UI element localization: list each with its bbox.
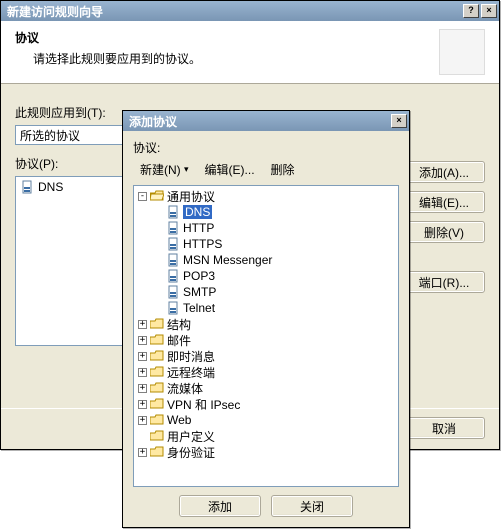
tree-protocol-item[interactable]: DNS [154, 204, 394, 220]
tree-folder-label: 即时消息 [167, 348, 215, 365]
protocol-icon [20, 180, 34, 194]
wizard-header-title: 协议 [15, 29, 439, 46]
protocol-icon [166, 205, 180, 219]
protocol-icon [166, 269, 180, 283]
folder-icon [150, 446, 164, 458]
wizard-header: 协议 请选择此规则要应用到的协议。 [1, 21, 499, 84]
port-button[interactable]: 端口(R)... [403, 271, 485, 293]
folder-icon [150, 318, 164, 330]
dialog-close-ok-button[interactable]: 关闭 [271, 495, 353, 517]
apply-to-value: 所选的协议 [20, 127, 80, 144]
expand-icon[interactable]: + [138, 320, 147, 329]
tree-folder-label: Web [167, 413, 191, 427]
protocol-tree[interactable]: - 通用协议 DNS HTTP HTTPS MSN Messenger POP3… [133, 185, 399, 487]
tree-folder[interactable]: + 结构 [138, 316, 394, 332]
add-protocol-dialog: 添加协议 × 协议: 新建(N) ▾ 编辑(E)... 删除 - 通用协议 DN [122, 110, 410, 528]
tree-folder[interactable]: + 身份验证 [138, 444, 394, 460]
expand-icon[interactable]: + [138, 368, 147, 377]
cancel-button[interactable]: 取消 [403, 417, 485, 439]
tree-folder[interactable]: + VPN 和 IPsec [138, 396, 394, 412]
folder-open-icon [150, 190, 164, 202]
tree-item-label: SMTP [183, 285, 216, 299]
wizard-header-icon [439, 29, 485, 75]
dialog-close-button[interactable]: × [391, 114, 407, 128]
folder-icon [150, 382, 164, 394]
tree-item-label: HTTPS [183, 237, 222, 251]
tree-folder-label: 结构 [167, 316, 191, 333]
tree-folder-label: 身份验证 [167, 444, 215, 461]
folder-icon [150, 350, 164, 362]
edit-button[interactable]: 编辑(E)... [403, 191, 485, 213]
tree-folder[interactable]: + 即时消息 [138, 348, 394, 364]
delete-button[interactable]: 删除(V) [403, 221, 485, 243]
folder-icon [150, 334, 164, 346]
tree-folder-label: 用户定义 [167, 428, 215, 445]
folder-icon [150, 414, 164, 426]
toolbar-delete[interactable]: 删除 [264, 158, 302, 181]
wizard-header-subtitle: 请选择此规则要应用到的协议。 [15, 50, 439, 67]
protocol-icon [166, 253, 180, 267]
toolbar-edit[interactable]: 编辑(E)... [198, 158, 262, 181]
dialog-toolbar: 新建(N) ▾ 编辑(E)... 删除 [133, 158, 399, 181]
add-button[interactable]: 添加(A)... [403, 161, 485, 183]
tree-item-label: MSN Messenger [183, 253, 272, 267]
tree-folder[interactable]: + 邮件 [138, 332, 394, 348]
tree-protocol-item[interactable]: HTTP [154, 220, 394, 236]
tree-folder-common[interactable]: - 通用协议 [138, 188, 394, 204]
tree-folder[interactable]: + Web [138, 412, 394, 428]
tree-folder[interactable]: + 流媒体 [138, 380, 394, 396]
tree-protocol-item[interactable]: Telnet [154, 300, 394, 316]
tree-folder[interactable]: + 远程终端 [138, 364, 394, 380]
tree-item-label: POP3 [183, 269, 215, 283]
expand-icon[interactable]: + [138, 336, 147, 345]
tree-protocol-item[interactable]: MSN Messenger [154, 252, 394, 268]
tree-protocol-item[interactable]: SMTP [154, 284, 394, 300]
folder-icon [150, 398, 164, 410]
dialog-title: 添加协议 [129, 113, 177, 130]
tree-item-label: DNS [183, 205, 212, 219]
tree-item-label: Telnet [183, 301, 215, 315]
tree-folder-label: 流媒体 [167, 380, 203, 397]
dialog-titlebar: 添加协议 × [123, 111, 409, 131]
dialog-protocols-label: 协议: [133, 139, 399, 156]
protocol-icon [166, 221, 180, 235]
toolbar-new[interactable]: 新建(N) ▾ [133, 158, 196, 181]
protocol-icon [166, 237, 180, 251]
expand-icon[interactable]: + [138, 384, 147, 393]
chevron-down-icon: ▾ [184, 164, 189, 175]
wizard-title: 新建访问规则向导 [7, 3, 103, 20]
tree-protocol-item[interactable]: HTTPS [154, 236, 394, 252]
wizard-close-button[interactable]: × [481, 4, 497, 18]
tree-protocol-item[interactable]: POP3 [154, 268, 394, 284]
collapse-icon[interactable]: - [138, 192, 147, 201]
tree-folder-label: VPN 和 IPsec [167, 396, 240, 413]
tree-folder-label: 邮件 [167, 332, 191, 349]
folder-icon [150, 430, 164, 442]
protocol-icon [166, 301, 180, 315]
folder-icon [150, 366, 164, 378]
expand-icon[interactable]: + [138, 400, 147, 409]
protocol-icon [166, 285, 180, 299]
tree-item-label: HTTP [183, 221, 214, 235]
expand-icon[interactable]: + [138, 448, 147, 457]
expand-icon[interactable]: + [138, 352, 147, 361]
tree-folder[interactable]: 用户定义 [138, 428, 394, 444]
wizard-help-button[interactable]: ? [463, 4, 479, 18]
list-item-label: DNS [38, 180, 63, 194]
dialog-add-button[interactable]: 添加 [179, 495, 261, 517]
wizard-titlebar: 新建访问规则向导 ? × [1, 1, 499, 21]
tree-folder-label: 通用协议 [167, 188, 215, 205]
tree-folder-label: 远程终端 [167, 364, 215, 381]
expand-icon[interactable]: + [138, 416, 147, 425]
